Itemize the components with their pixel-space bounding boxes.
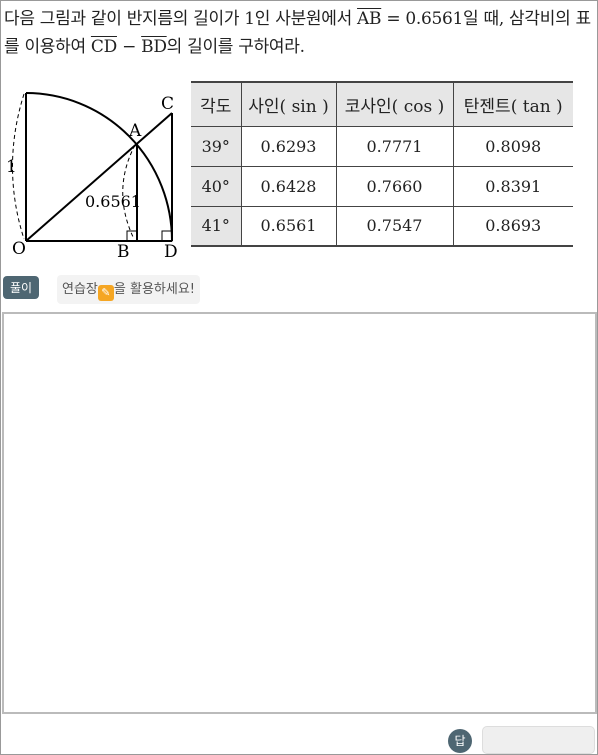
scratchpad-hint: 연습장 ✎ 을 활용하세요! bbox=[57, 275, 200, 304]
label-d: D bbox=[164, 242, 178, 262]
label-a: A bbox=[128, 121, 142, 141]
label-o: O bbox=[12, 239, 26, 259]
table-row: 39° 0.6293 0.7771 0.8098 bbox=[191, 125, 573, 167]
label-ab-length: 0.6561 bbox=[85, 192, 141, 211]
trig-table: 각도 사인( sin ) 코사인( cos ) 탄젠트( tan ) 39° 0.… bbox=[191, 81, 573, 247]
answer-label: 답 bbox=[448, 729, 472, 753]
solution-button[interactable]: 풀이 bbox=[3, 276, 40, 299]
quarter-circle-figure: O A B C D 1 0.6561 bbox=[6, 92, 178, 262]
pencil-note-icon: ✎ bbox=[97, 285, 114, 301]
label-b: B bbox=[117, 242, 130, 262]
table-header: 각도 사인( sin ) 코사인( cos ) 탄젠트( tan ) bbox=[191, 81, 573, 127]
table-row: 40° 0.6428 0.7660 0.8391 bbox=[191, 165, 573, 207]
question-text: 다음 그림과 같이 반지름의 길이가 1인 사분원에서 AB = 0.6561일… bbox=[4, 9, 591, 57]
table-row: 41° 0.6561 0.7547 0.8693 bbox=[191, 205, 573, 247]
label-c: C bbox=[161, 94, 174, 114]
answer-input[interactable] bbox=[482, 726, 595, 754]
scratchpad-area[interactable] bbox=[2, 312, 597, 714]
label-radius: 1 bbox=[6, 157, 17, 177]
